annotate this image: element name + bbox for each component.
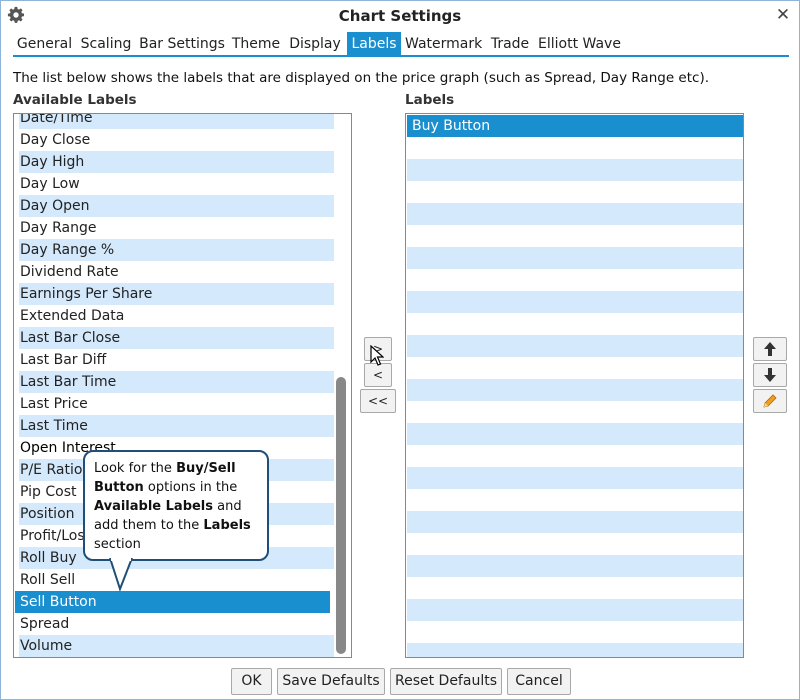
list-item[interactable]: Day Low	[19, 173, 334, 195]
list-item[interactable]: Day High	[19, 151, 334, 173]
save-defaults-button[interactable]: Save Defaults	[277, 668, 385, 695]
callout-pointer	[109, 558, 133, 592]
dialog-title: Chart Settings	[338, 7, 462, 25]
list-item[interactable]: Day Range %	[19, 239, 334, 261]
labels-list[interactable]: Buy Button	[405, 113, 744, 658]
list-stripe	[407, 335, 743, 357]
list-item[interactable]: Volume	[19, 635, 334, 657]
list-item-selected[interactable]: Buy Button	[407, 115, 743, 137]
list-item[interactable]: Dividend Rate	[19, 261, 334, 283]
edit-label-button[interactable]	[753, 389, 787, 413]
list-item[interactable]: Earnings Per Share	[19, 283, 334, 305]
list-stripe	[407, 203, 743, 225]
list-item[interactable]: Day Close	[19, 129, 334, 151]
list-item[interactable]: Spread	[19, 613, 334, 635]
list-item[interactable]: Roll Sell	[19, 569, 334, 591]
available-labels-list[interactable]: Date/Time Day Close Day High Day Low Day…	[13, 113, 352, 658]
move-down-button[interactable]	[753, 363, 787, 387]
list-item[interactable]: Last Time	[19, 415, 334, 437]
description-text: The list below shows the labels that are…	[13, 70, 710, 86]
arrow-up-icon	[764, 342, 776, 356]
tab-watermark[interactable]: Watermark	[405, 32, 482, 56]
tab-scaling[interactable]: Scaling	[77, 32, 135, 56]
close-icon[interactable]: ✕	[774, 5, 792, 25]
list-stripe	[407, 379, 743, 401]
scrollbar-thumb[interactable]	[336, 377, 346, 654]
cancel-button[interactable]: Cancel	[507, 668, 571, 695]
list-item[interactable]: Last Bar Close	[19, 327, 334, 349]
list-stripe	[407, 643, 743, 657]
pencil-icon	[763, 394, 777, 408]
help-callout: Look for the Buy/Sell Button options in …	[83, 450, 269, 561]
tab-general[interactable]: General	[13, 32, 76, 56]
move-up-button[interactable]	[753, 337, 787, 361]
list-item[interactable]: Last Bar Time	[19, 371, 334, 393]
tab-bar: General Scaling Bar Settings Theme Displ…	[13, 32, 789, 57]
list-item[interactable]: Extended Data	[19, 305, 334, 327]
list-stripe	[407, 511, 743, 533]
list-item[interactable]: Date/Time	[19, 114, 334, 129]
list-stripe	[407, 599, 743, 621]
tab-elliott-wave[interactable]: Elliott Wave	[538, 32, 621, 56]
tab-display[interactable]: Display	[285, 32, 345, 56]
list-item[interactable]: Last Bar Diff	[19, 349, 334, 371]
tab-trade[interactable]: Trade	[485, 32, 535, 56]
ok-button[interactable]: OK	[231, 668, 272, 695]
labels-heading: Labels	[405, 92, 455, 108]
arrow-down-icon	[764, 368, 776, 382]
list-stripe	[407, 247, 743, 269]
reset-defaults-button[interactable]: Reset Defaults	[390, 668, 502, 695]
tab-bar-settings[interactable]: Bar Settings	[138, 32, 226, 56]
available-labels-heading: Available Labels	[13, 92, 137, 108]
list-item-selected[interactable]: Sell Button	[15, 591, 330, 613]
list-item[interactable]: Day Open	[19, 195, 334, 217]
tab-theme[interactable]: Theme	[231, 32, 281, 56]
mouse-cursor-icon	[370, 345, 384, 366]
list-stripe	[407, 555, 743, 577]
list-stripe	[407, 291, 743, 313]
list-item[interactable]: Day Range	[19, 217, 334, 239]
list-item[interactable]: Last Price	[19, 393, 334, 415]
tab-labels[interactable]: Labels	[347, 32, 401, 56]
title-bar: Chart Settings ✕	[1, 1, 799, 31]
chart-settings-dialog: Chart Settings ✕ General Scaling Bar Set…	[0, 0, 800, 700]
list-stripe	[407, 423, 743, 445]
list-stripe	[407, 159, 743, 181]
remove-all-labels-button[interactable]: <<	[360, 389, 396, 413]
list-stripe	[407, 467, 743, 489]
